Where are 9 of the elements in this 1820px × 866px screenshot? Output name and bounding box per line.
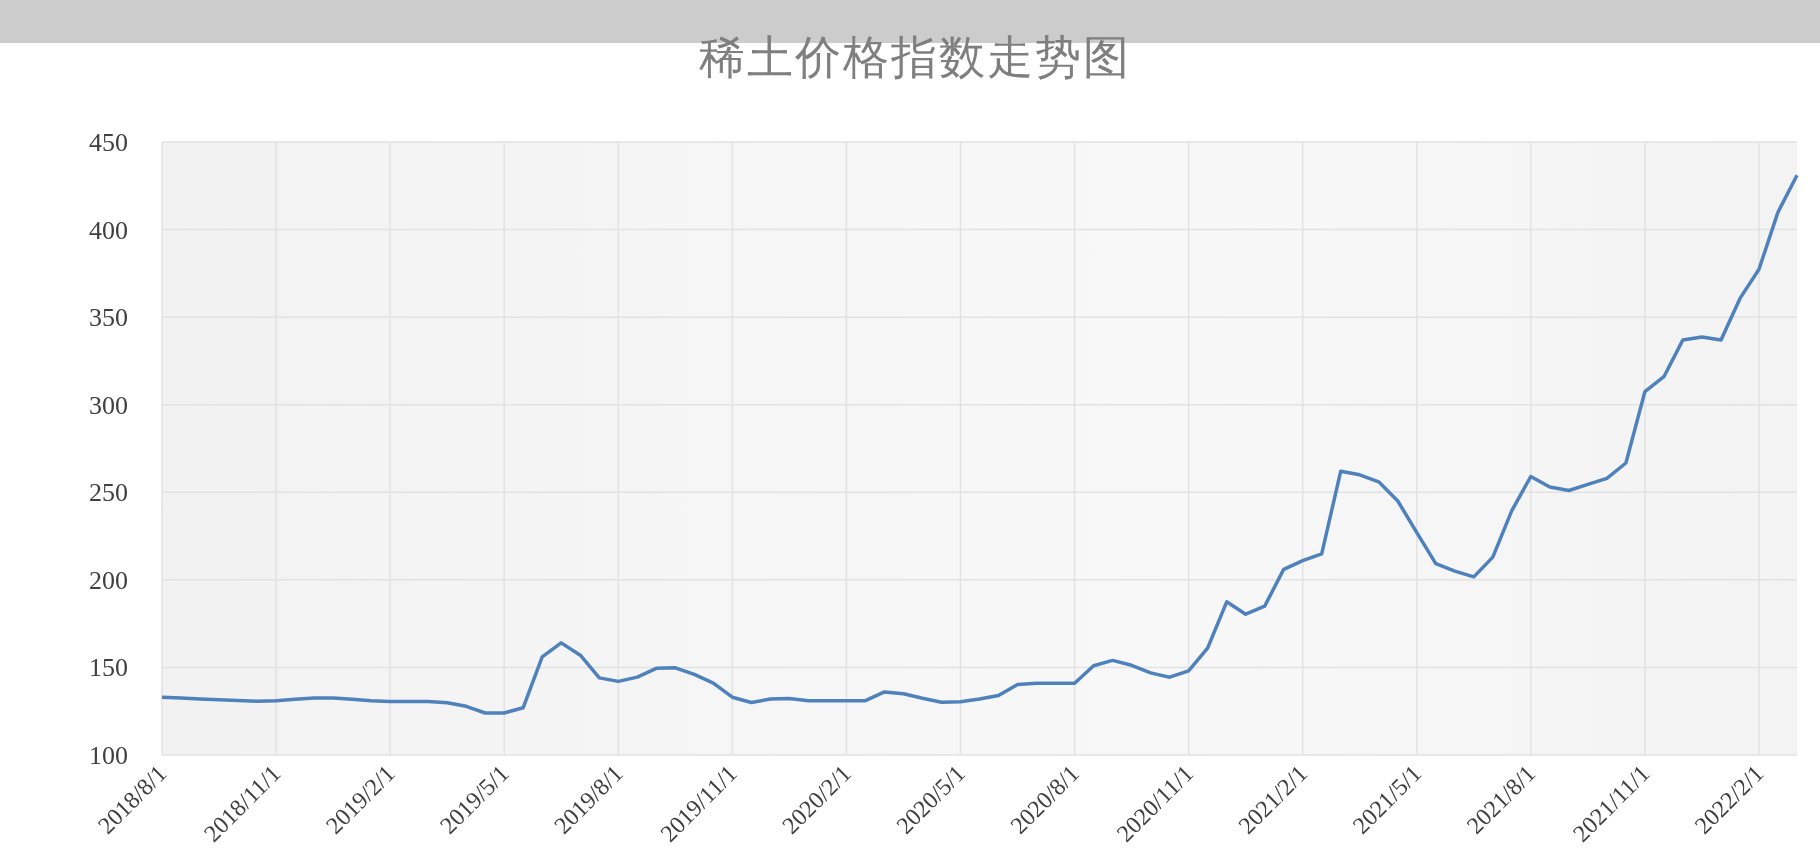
y-axis-label: 150 <box>89 653 128 683</box>
chart-title: 稀土价格指数走势图 <box>699 31 1131 85</box>
y-axis-label: 250 <box>89 478 128 508</box>
y-axis-label: 200 <box>89 565 128 595</box>
y-axis-label: 400 <box>89 215 128 245</box>
y-axis-label: 350 <box>89 303 128 333</box>
y-axis-label: 300 <box>89 390 128 420</box>
y-axis-label: 450 <box>89 128 128 157</box>
y-axis-label: 100 <box>89 741 128 770</box>
